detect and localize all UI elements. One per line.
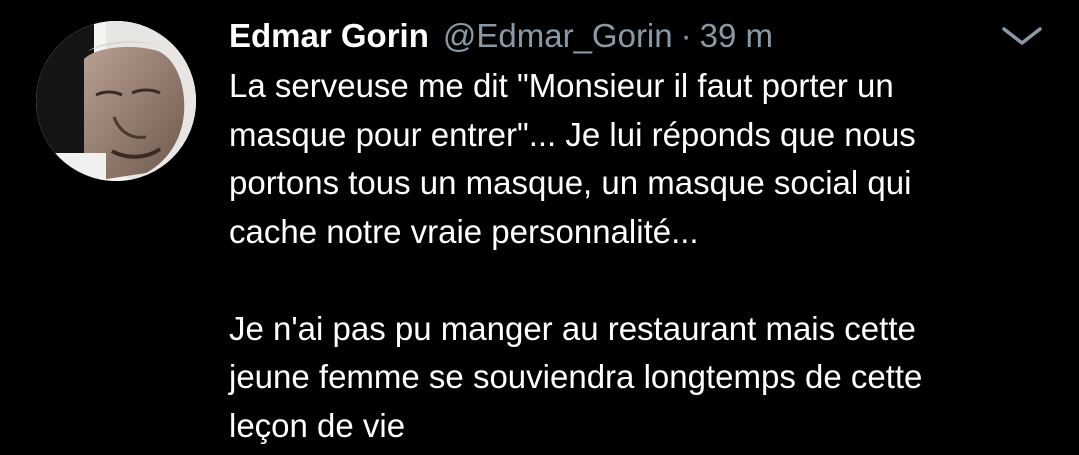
tweet-paragraph-2: Je n'ai pas pu manger au restaurant mais… <box>229 309 923 444</box>
tweet[interactable]: Edmar Gorin @Edmar_Gorin · 39 m La serve… <box>0 0 1079 455</box>
user-handle[interactable]: @Edmar_Gorin <box>443 17 673 55</box>
more-options-button[interactable] <box>1000 24 1044 48</box>
display-name[interactable]: Edmar Gorin <box>229 17 429 55</box>
tweet-header: Edmar Gorin @Edmar_Gorin · 39 m <box>229 14 773 58</box>
tweet-text: La serveuse me dit "Monsieur il faut por… <box>229 62 1049 450</box>
timestamp[interactable]: 39 m <box>700 17 773 55</box>
avatar[interactable] <box>36 21 196 181</box>
profile-photo-icon <box>36 21 196 181</box>
separator-dot: · <box>680 17 692 54</box>
tweet-paragraph-1: La serveuse me dit "Monsieur il faut por… <box>229 67 916 250</box>
chevron-down-icon <box>1002 27 1042 45</box>
